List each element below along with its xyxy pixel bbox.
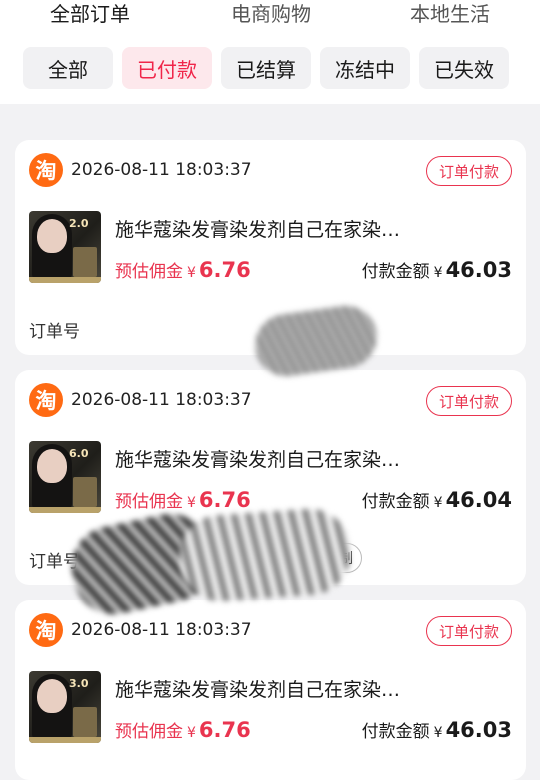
thumb-badge: 3.0 [69, 677, 89, 690]
order-time: 2026-08-11 18:03:37 [71, 390, 252, 410]
payment-currency: ¥ [433, 265, 443, 281]
top-bar: 全部订单 电商购物 本地生活 全部 已付款 已结算 冻结中 已失效 [0, 0, 540, 104]
filter-chip-settled[interactable]: 已结算 [221, 47, 311, 89]
taobao-icon: 淘 [29, 383, 63, 417]
estimated-commission: 预估佣金 ¥ 6.76 [115, 717, 251, 742]
filter-chip-all[interactable]: 全部 [23, 47, 113, 89]
payment-value: 46.03 [445, 718, 512, 742]
commission-label: 预估佣金 [115, 262, 183, 282]
product-title[interactable]: 施华蔻染发膏染发剂自己在家染… [115, 215, 400, 242]
order-time: 2026-08-11 18:03:37 [71, 160, 252, 180]
product-thumbnail[interactable]: 6.0 [29, 441, 101, 513]
payment-label: 付款金额 [361, 262, 430, 282]
filter-chip-frozen[interactable]: 冻结中 [320, 47, 410, 89]
payment-amount: 付款金额 ¥ 46.03 [362, 717, 512, 742]
thumb-badge: 2.0 [69, 217, 89, 230]
taobao-icon: 淘 [29, 613, 63, 647]
product-title[interactable]: 施华蔻染发膏染发剂自己在家染… [115, 445, 400, 472]
commission-value: 6.76 [198, 488, 251, 512]
payment-amount: 付款金额 ¥ 46.04 [362, 487, 512, 512]
tab-all-orders[interactable]: 全部订单 [50, 0, 130, 27]
status-badge: 订单付款 [425, 156, 512, 186]
tab-local-life[interactable]: 本地生活 [410, 0, 490, 27]
product-thumbnail[interactable]: 3.0 [29, 671, 101, 743]
tab-ecommerce[interactable]: 电商购物 [231, 0, 311, 27]
commission-label: 预估佣金 [115, 492, 183, 512]
commission-value: 6.76 [198, 258, 251, 282]
thumb-badge: 6.0 [69, 447, 89, 460]
order-number-label: 订单号 [29, 322, 80, 342]
estimated-commission: 预估佣金 ¥ 6.76 [115, 257, 251, 282]
status-badge: 订单付款 [425, 386, 512, 416]
order-time: 2026-08-11 18:03:37 [71, 620, 252, 640]
order-type-tabs: 全部订单 电商购物 本地生活 [0, 0, 540, 28]
redaction-scribble [177, 506, 353, 604]
commission-currency: ¥ [187, 265, 196, 281]
status-badge: 订单付款 [425, 616, 512, 646]
payment-amount: 付款金额 ¥ 46.03 [362, 257, 512, 282]
filter-chip-invalid[interactable]: 已失效 [419, 47, 509, 89]
commission-label: 预估佣金 [115, 722, 183, 742]
payment-currency: ¥ [433, 495, 443, 511]
product-title[interactable]: 施华蔻染发膏染发剂自己在家染… [115, 675, 400, 702]
commission-value: 6.76 [198, 718, 251, 742]
filter-chip-paid[interactable]: 已付款 [122, 47, 212, 89]
payment-currency: ¥ [433, 725, 443, 741]
estimated-commission: 预估佣金 ¥ 6.76 [115, 487, 251, 512]
payment-label: 付款金额 [361, 492, 430, 512]
payment-value: 46.04 [445, 488, 512, 512]
commission-currency: ¥ [187, 495, 196, 511]
payment-value: 46.03 [445, 258, 512, 282]
taobao-icon: 淘 [29, 153, 63, 187]
payment-label: 付款金额 [361, 722, 430, 742]
product-thumbnail[interactable]: 2.0 [29, 211, 101, 283]
commission-currency: ¥ [187, 725, 196, 741]
order-card[interactable]: 淘 2026-08-11 18:03:37 订单付款 3.0 施华蔻染发膏染发剂… [15, 600, 526, 780]
